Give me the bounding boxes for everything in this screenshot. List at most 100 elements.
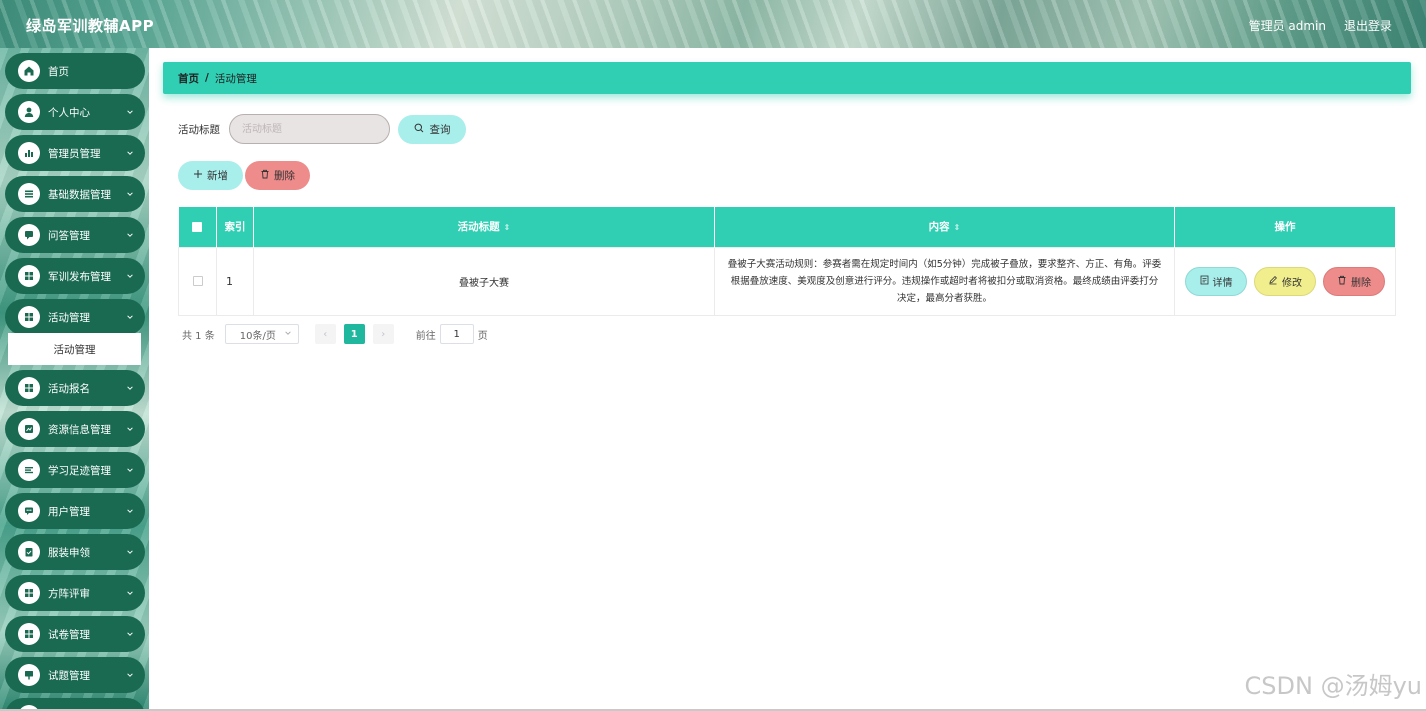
bar-chart-icon	[18, 142, 40, 164]
sidebar-item-label: 首页	[48, 65, 69, 78]
sidebar-item-question-management[interactable]: 试题管理	[5, 657, 145, 693]
sidebar-item-phalanx-review[interactable]: 方阵评审	[5, 575, 145, 611]
sort-icon[interactable]: ⇕	[504, 223, 511, 232]
detail-button-label: 详情	[1212, 277, 1233, 289]
sidebar-item-label: 活动报名	[48, 382, 90, 395]
grid-icon	[18, 306, 40, 328]
query-button[interactable]: 查询	[398, 115, 466, 144]
column-header-content-label: 内容	[928, 221, 950, 234]
admin-user-label[interactable]: 管理员 admin	[1249, 17, 1326, 34]
column-header-title[interactable]: 活动标题 ⇕	[253, 207, 715, 247]
search-label: 活动标题	[178, 124, 220, 136]
next-page-button[interactable]: ›	[372, 324, 394, 344]
sidebar-item-basic-data[interactable]: 基础数据管理	[5, 176, 145, 212]
search-input[interactable]	[229, 114, 390, 144]
prev-page-button[interactable]: ‹	[314, 324, 336, 344]
query-button-label: 查询	[429, 124, 451, 136]
trash-icon	[260, 169, 270, 182]
breadcrumb-separator: /	[205, 72, 209, 84]
edit-button[interactable]: 修改	[1254, 266, 1316, 296]
chevron-down-icon	[126, 548, 136, 556]
row-actions: 详情 修改 删除	[1174, 246, 1396, 316]
sidebar-item-personal-center[interactable]: 个人中心	[5, 94, 145, 130]
chevron-down-icon	[126, 425, 136, 433]
sidebar-item-uniform-claim[interactable]: 服装申领	[5, 534, 145, 570]
activity-table: 索引 活动标题 ⇕ 内容 ⇕ 操作 1 叠被子大赛 叠被子大赛活动规则：参赛者需在规…	[178, 207, 1396, 316]
sidebar-item-study-footprint[interactable]: 学习足迹管理	[5, 452, 145, 488]
batch-delete-button[interactable]: 删除	[245, 161, 310, 190]
sidebar-item-user-management[interactable]: 用户管理	[5, 493, 145, 529]
chat-icon	[18, 500, 40, 522]
breadcrumb-current: 活动管理	[214, 72, 257, 85]
grid-icon	[18, 265, 40, 287]
sidebar-subitem-activity-management[interactable]: 活动管理	[8, 333, 141, 365]
chevron-down-icon	[126, 313, 136, 321]
home-icon	[18, 60, 40, 82]
sidebar-item-label: 服装申领	[48, 546, 90, 559]
sidebar-item-label: 问答管理	[48, 229, 90, 242]
sidebar-item-activity-management[interactable]: 活动管理	[5, 299, 145, 335]
sidebar-item-label: 管理员管理	[48, 147, 101, 160]
trash-icon	[1337, 275, 1347, 288]
row-title: 叠被子大赛	[253, 246, 715, 316]
pagination: 共 1 条 10条/页 ‹ 1 › 前往 页	[182, 324, 488, 344]
column-header-content[interactable]: 内容 ⇕	[714, 207, 1175, 247]
add-button[interactable]: 新增	[178, 161, 243, 190]
sort-icon[interactable]: ⇕	[954, 223, 961, 232]
chevron-down-icon	[284, 329, 292, 340]
chevron-left-icon: ‹	[323, 328, 328, 340]
row-checkbox[interactable]	[178, 246, 217, 316]
chevron-down-icon	[126, 231, 136, 239]
sidebar-item-label: 试题管理	[48, 669, 90, 682]
batch-delete-button-label: 删除	[274, 170, 295, 182]
column-header-title-label: 活动标题	[457, 221, 500, 234]
chevron-down-icon	[126, 507, 136, 515]
sidebar-item-label: 军训发布管理	[48, 270, 111, 283]
table-row: 1 叠被子大赛 叠被子大赛活动规则：参赛者需在规定时间内（如5分钟）完成被子叠放…	[178, 246, 1396, 316]
sidebar-item-label: 方阵评审	[48, 587, 90, 600]
column-header-index: 索引	[216, 207, 254, 247]
page-suffix-label: 页	[477, 330, 488, 342]
goto-label: 前往	[415, 330, 436, 342]
sidebar-item-label: 资源信息管理	[48, 423, 111, 436]
user-icon	[18, 101, 40, 123]
edit-pencil-icon	[1268, 275, 1278, 288]
search-icon	[414, 123, 424, 136]
sidebar-item-resource-info[interactable]: 资源信息管理	[5, 411, 145, 447]
delete-button-label: 删除	[1351, 277, 1371, 289]
chevron-right-icon: ›	[381, 328, 386, 340]
presentation-icon	[18, 664, 40, 686]
goto-page-input[interactable]	[439, 324, 474, 344]
chevron-down-icon	[126, 190, 136, 198]
sidebar-item-training-publish[interactable]: 军训发布管理	[5, 258, 145, 294]
sidebar-item-label: 活动管理	[48, 311, 90, 324]
chevron-down-icon	[126, 630, 136, 638]
grid-icon	[18, 582, 40, 604]
table-header-row: 索引 活动标题 ⇕ 内容 ⇕ 操作	[178, 207, 1396, 247]
chevron-down-icon	[126, 671, 136, 679]
row-index: 1	[216, 246, 254, 316]
page-size-select[interactable]: 10条/页	[224, 324, 299, 344]
detail-button[interactable]: 详情	[1185, 266, 1247, 296]
add-button-label: 新增	[207, 170, 228, 182]
select-all-checkbox[interactable]	[178, 207, 217, 247]
chevron-down-icon	[126, 149, 136, 157]
breadcrumb-home[interactable]: 首页	[178, 71, 199, 86]
page-number-current[interactable]: 1	[343, 324, 365, 344]
list-icon	[18, 183, 40, 205]
chevron-down-icon	[126, 589, 136, 597]
sidebar-item-qa-management[interactable]: 问答管理	[5, 217, 145, 253]
sidebar-item-admin-management[interactable]: 管理员管理	[5, 135, 145, 171]
sidebar: 首页 个人中心 管理员管理 基础数据管理 问答管理 军训发布管理 活动管理 活动…	[0, 48, 149, 711]
logout-link[interactable]: 退出登录	[1344, 17, 1392, 34]
pagination-total: 共 1 条	[182, 330, 215, 342]
sidebar-item-label: 用户管理	[48, 505, 90, 518]
sidebar-item-home[interactable]: 首页	[5, 53, 145, 89]
top-header: 绿岛军训教辅APP 管理员 admin 退出登录	[0, 0, 1426, 48]
sidebar-item-exam-paper[interactable]: 试卷管理	[5, 616, 145, 652]
delete-button[interactable]: 删除	[1323, 266, 1385, 296]
chevron-down-icon	[126, 466, 136, 474]
sidebar-item-label: 学习足迹管理	[48, 464, 111, 477]
sidebar-item-activity-signup[interactable]: 活动报名	[5, 370, 145, 406]
header-user-area: 管理员 admin 退出登录	[1249, 17, 1392, 34]
